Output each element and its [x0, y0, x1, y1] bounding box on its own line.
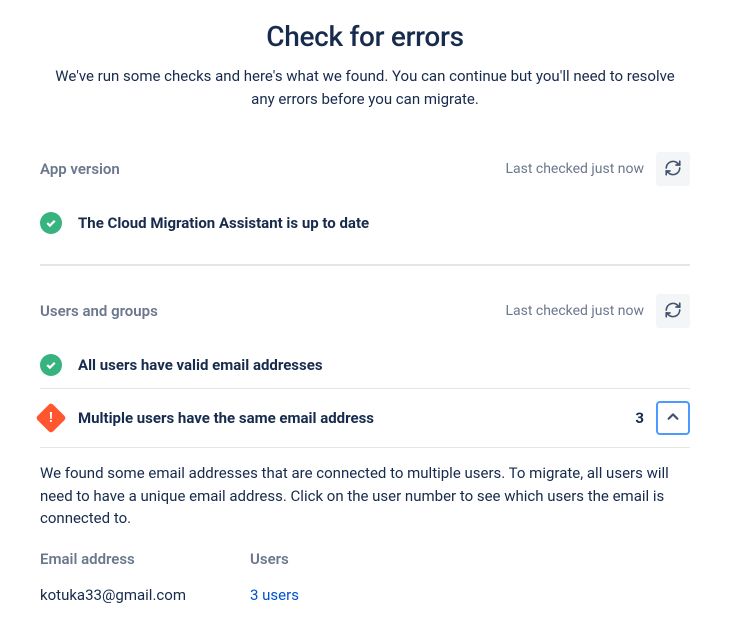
page-subtitle: We've run some checks and here's what we… [55, 65, 675, 110]
last-checked-app-version: Last checked just now [505, 161, 644, 177]
users-link[interactable]: 3 users [250, 586, 299, 604]
page-title: Check for errors [40, 20, 690, 53]
check-label-duplicate-emails: Multiple users have the same email addre… [78, 409, 635, 427]
check-error-icon: ! [35, 402, 66, 433]
section-app-version: App version Last checked just now [40, 152, 690, 246]
refresh-button-app-version[interactable] [656, 152, 690, 186]
chevron-up-icon [666, 410, 680, 427]
section-users-groups: Users and groups Last checked just now [40, 294, 690, 604]
detail-table: Email address kotuka33@gmail.com Users 3… [40, 550, 690, 604]
last-checked-users-groups: Last checked just now [505, 303, 644, 319]
refresh-icon [664, 301, 682, 322]
refresh-button-users-groups[interactable] [656, 294, 690, 328]
divider [40, 264, 690, 266]
col-header-users: Users [250, 550, 299, 568]
check-label-app-version: The Cloud Migration Assistant is up to d… [78, 214, 690, 232]
email-value: kotuka33@gmail.com [40, 586, 250, 604]
check-success-icon [40, 354, 62, 376]
expand-button[interactable] [656, 401, 690, 435]
duplicate-count: 3 [635, 409, 644, 427]
section-title-app-version: App version [40, 160, 120, 178]
detail-text: We found some email addresses that are c… [40, 462, 690, 530]
section-title-users-groups: Users and groups [40, 302, 158, 320]
col-header-email: Email address [40, 550, 250, 568]
check-success-icon [40, 212, 62, 234]
check-label-valid-emails: All users have valid email addresses [78, 356, 690, 374]
refresh-icon [664, 159, 682, 180]
